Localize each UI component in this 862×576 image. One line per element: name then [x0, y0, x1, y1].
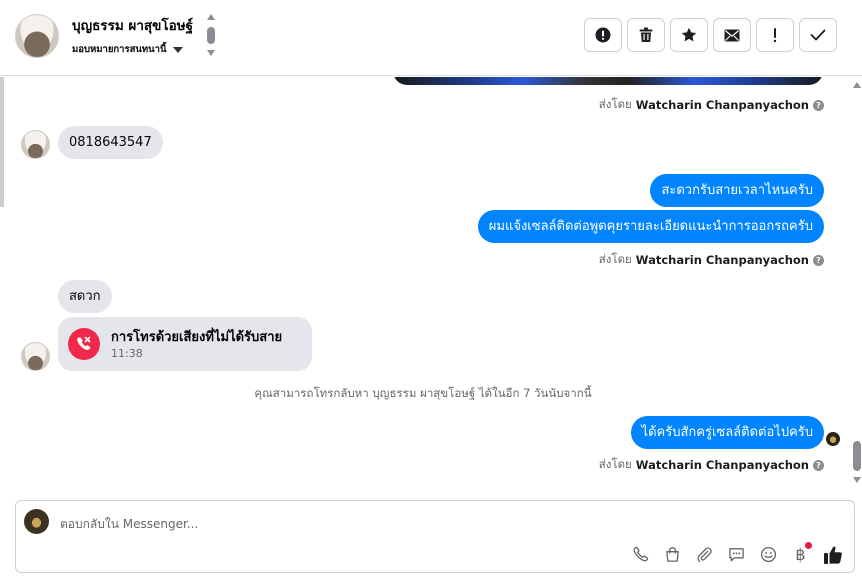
attach-button[interactable]: [693, 543, 716, 566]
scroll-down-icon[interactable]: [207, 50, 215, 56]
saved-reply-icon: [729, 548, 744, 562]
star-button[interactable]: [670, 18, 708, 52]
callback-notice: คุณสามารถโทรกลับหา บุญธรรม ผาสุขโอษฐ์ ได…: [254, 386, 592, 400]
star-icon: [681, 27, 697, 42]
trash-icon: [639, 27, 653, 42]
call-button[interactable]: [629, 543, 652, 566]
delete-button[interactable]: [627, 18, 665, 52]
caret-down-icon: [172, 46, 183, 53]
sent-by-label: ส่งโดย Watcharin Chanpanyachon ?: [599, 251, 824, 269]
sent-by-prefix: ส่งโดย: [598, 252, 632, 266]
thread-scrollbar[interactable]: [852, 77, 862, 490]
mark-unread-button[interactable]: [713, 18, 751, 52]
exclamation-icon: [773, 28, 777, 43]
contact-avatar[interactable]: [15, 14, 59, 58]
scroll-thumb[interactable]: [207, 27, 215, 44]
phone-icon: [633, 546, 649, 562]
composer-toolbar: ฿: [629, 542, 844, 566]
agent-name[interactable]: Watcharin Chanpanyachon: [636, 98, 809, 112]
important-button[interactable]: [756, 18, 794, 52]
contact-avatar-small[interactable]: [21, 342, 50, 371]
page-avatar: [24, 509, 49, 534]
help-icon[interactable]: ?: [813, 99, 824, 111]
help-icon[interactable]: ?: [813, 459, 824, 471]
envelope-icon: [724, 29, 740, 41]
contact-avatar-small[interactable]: [21, 130, 50, 159]
conversation-header: บุญธรรม ผาสุขโอษฐ์ มอบหมายการสนทนานี้: [0, 0, 862, 76]
scroll-thumb[interactable]: [853, 441, 861, 471]
scroll-up-icon[interactable]: [207, 14, 215, 20]
outgoing-message[interactable]: สะดวกรับสายเวลาไหนครับ: [650, 174, 824, 207]
help-icon[interactable]: ?: [813, 254, 824, 266]
like-icon: [823, 545, 842, 564]
sent-by-label: ส่งโดย Watcharin Chanpanyachon ?: [599, 96, 824, 114]
outgoing-message[interactable]: ผมแจ้งเซลล์ติดต่อพูดคุยรายละเอียดแนะนำกา…: [477, 210, 824, 243]
shop-button[interactable]: [661, 543, 684, 566]
incoming-message[interactable]: สดวก: [58, 280, 112, 313]
seen-indicator-avatar: [826, 432, 840, 446]
incoming-message[interactable]: 0818643547: [58, 126, 163, 159]
emoji-icon: [760, 546, 777, 563]
payment-icon: ฿: [795, 545, 806, 564]
sent-by-prefix: ส่งโดย: [598, 457, 632, 471]
reply-input[interactable]: ตอบกลับใน Messenger...: [60, 515, 198, 534]
assign-conversation-label: มอบหมายการสนทนานี้: [72, 44, 167, 55]
header-scrollbar[interactable]: [205, 14, 217, 58]
conversation-actions: [584, 18, 837, 52]
missed-call-title: การโทรด้วยเสียงที่ไม่ได้รับสาย: [111, 330, 283, 345]
contact-name[interactable]: บุญธรรม ผาสุขโอษฐ์: [72, 14, 193, 36]
notification-dot: [805, 542, 812, 549]
agent-name[interactable]: Watcharin Chanpanyachon: [636, 253, 809, 267]
like-button[interactable]: [821, 543, 844, 566]
sent-by-label: ส่งโดย Watcharin Chanpanyachon ?: [599, 456, 824, 474]
outgoing-message[interactable]: ได้ครับสักครู่เซลล์ติดต่อไปครับ: [630, 416, 824, 449]
check-icon: [810, 29, 826, 41]
assign-conversation-dropdown[interactable]: มอบหมายการสนทนานี้: [72, 42, 183, 57]
emoji-button[interactable]: [757, 543, 780, 566]
paperclip-icon: [697, 547, 712, 563]
shopping-bag-icon: [666, 547, 679, 562]
missed-call-icon: [68, 328, 100, 360]
reply-composer[interactable]: ตอบกลับใน Messenger... ฿: [15, 500, 855, 573]
sent-by-prefix: ส่งโดย: [598, 97, 632, 111]
report-button[interactable]: [584, 18, 622, 52]
missed-call-time: 11:38: [111, 347, 143, 360]
shared-image-attachment[interactable]: [393, 77, 823, 85]
payment-button[interactable]: ฿: [789, 542, 812, 566]
missed-call-card[interactable]: การโทรด้วยเสียงที่ไม่ได้รับสาย 11:38: [58, 317, 312, 371]
saved-replies-button[interactable]: [725, 543, 748, 566]
scroll-down-icon[interactable]: [853, 477, 861, 483]
message-thread: ส่งโดย Watcharin Chanpanyachon ? 0818643…: [0, 77, 862, 490]
alert-circle-icon: [595, 27, 611, 43]
mark-done-button[interactable]: [799, 18, 837, 52]
agent-name[interactable]: Watcharin Chanpanyachon: [636, 458, 809, 472]
scroll-up-icon[interactable]: [853, 82, 861, 88]
